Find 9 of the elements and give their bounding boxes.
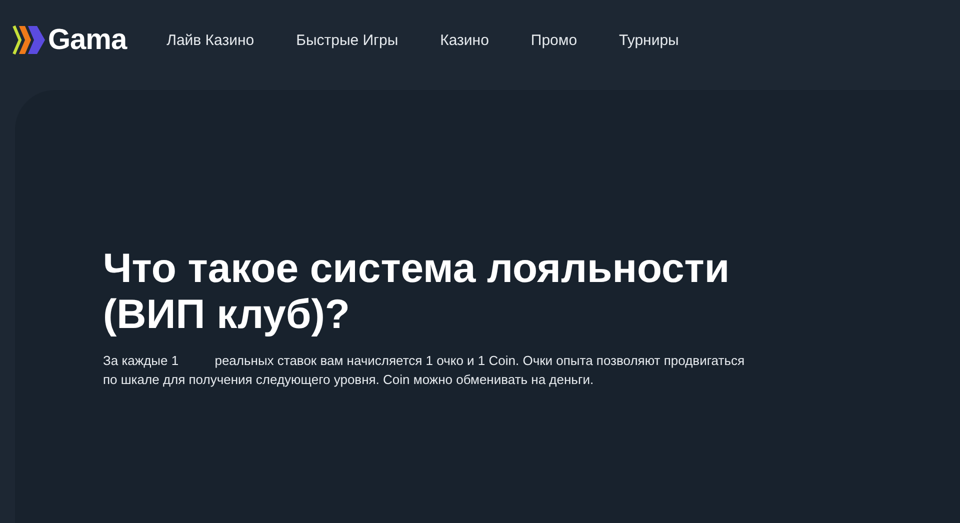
nav-link[interactable]: Лайв Казино (166, 32, 254, 48)
nav-link[interactable]: Казино (440, 32, 489, 48)
nav-link[interactable]: Промо (530, 32, 578, 48)
logo-chevrons-icon (12, 23, 46, 57)
hero-title: Что такое система лояльности (ВИП клуб)? (103, 245, 731, 337)
nav-link[interactable]: Турниры (619, 32, 679, 48)
description-text: За каждые 1 реальных ставок вам начисляется 1 очко и 1 Coin. Очки опыта позволяют продвигаться по шкале для получения следующего уровня. Coin можно обменивать на деньги. (103, 352, 746, 389)
nav-link[interactable]: Быстрые Игры (296, 32, 398, 48)
logo-text[interactable]: Gama (48, 24, 127, 56)
